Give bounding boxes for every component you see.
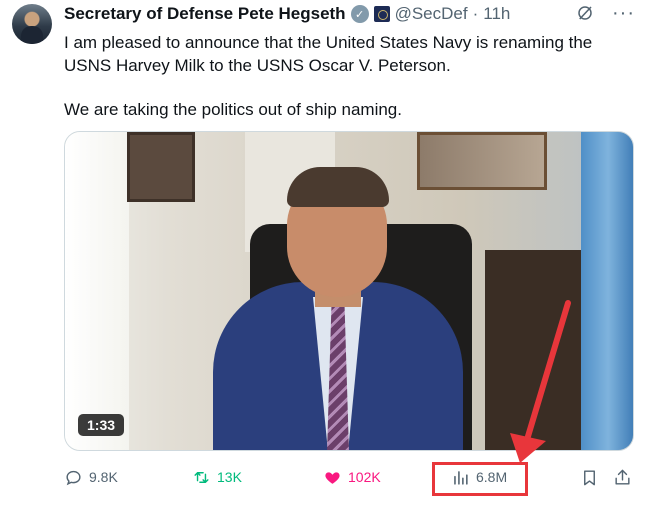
tweet-text-line: We are taking the politics out of ship n… [64,100,402,119]
reply-count: 9.8K [89,469,118,485]
tweet-header: Secretary of Defense Pete Hegseth ✓ @Sec… [64,3,510,25]
like-count: 102K [348,469,381,485]
retweet-icon [194,471,209,483]
reply-button[interactable]: 9.8K [64,463,118,491]
bookmark-button[interactable] [580,463,599,491]
avatar[interactable] [12,4,52,44]
tweet: Secretary of Defense Pete Hegseth ✓ @Sec… [0,0,653,508]
verified-badge-icon: ✓ [350,5,369,23]
tweet-text: I am pleased to announce that the United… [64,31,634,121]
annotation-highlight-box [432,462,528,496]
video-window [65,132,129,450]
speaker-hair [287,167,389,207]
tweet-text-line: I am pleased to announce that the United… [64,33,593,75]
bookmark-icon [584,469,595,485]
wall-picture [417,132,547,190]
reply-icon [66,470,81,485]
retweet-count: 13K [217,469,242,485]
author-name[interactable]: Secretary of Defense Pete Hegseth [64,4,346,24]
heart-icon [325,471,340,484]
share-icon [615,469,630,485]
flag [581,132,633,450]
timestamp[interactable]: 11h [483,4,510,24]
like-button[interactable]: 102K [323,463,381,491]
more-icon[interactable]: ··· [612,3,635,23]
retweet-button[interactable]: 13K [192,463,242,491]
video-duration: 1:33 [78,414,125,436]
share-button[interactable] [613,463,632,491]
action-bar: 9.8K 13K 102K 6.8M [64,463,634,491]
wall-picture [127,132,195,202]
government-seal-icon [373,6,390,22]
annotation-arrow-icon [510,300,571,463]
top-actions: ··· [576,3,635,23]
author-handle[interactable]: @SecDef [395,4,468,24]
separator-dot: · [472,4,479,23]
grok-icon[interactable] [576,4,594,22]
